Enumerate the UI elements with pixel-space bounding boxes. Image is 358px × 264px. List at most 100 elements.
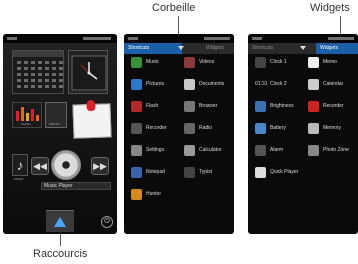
digital-clock-icon: 01:31 xyxy=(255,81,268,87)
status-bar xyxy=(124,34,234,43)
shortcuts-arrow-icon xyxy=(54,217,66,227)
next-track-button[interactable]: ▶▶ xyxy=(91,157,109,175)
dropdown-arrow-icon[interactable] xyxy=(178,46,184,50)
item-label: Quick Player xyxy=(270,169,299,175)
item-label: Music xyxy=(146,59,160,65)
item-label: Flash xyxy=(146,103,159,109)
calendar-day-cell xyxy=(38,79,42,82)
shortcut-item[interactable]: Hunter xyxy=(131,187,181,203)
widget-item[interactable]: 01:31 Clock 2 xyxy=(255,77,305,93)
widget-item[interactable]: Brightness xyxy=(255,99,305,115)
calendar-day-cell xyxy=(45,61,49,64)
flash-icon xyxy=(131,101,142,112)
widget-item[interactable]: Alarm xyxy=(255,143,305,159)
calendar-widget[interactable] xyxy=(12,50,64,94)
widget-item[interactable]: Memory xyxy=(308,121,358,137)
shortcut-item[interactable]: Recorder xyxy=(131,121,181,137)
item-label: Memo xyxy=(323,59,337,65)
item-label: Brightness xyxy=(270,103,294,109)
analog-clock-widget[interactable] xyxy=(68,50,108,94)
item-label: Alarm xyxy=(270,147,284,153)
gear-icon xyxy=(131,145,142,156)
calendar-day-cell xyxy=(59,85,63,88)
calendar-day-cell xyxy=(45,67,49,70)
globe-icon xyxy=(184,101,195,112)
widget-item[interactable]: Calendar xyxy=(308,77,358,93)
hunter-icon xyxy=(131,189,142,200)
pushpin-icon xyxy=(86,99,96,112)
shortcut-item[interactable]: Music xyxy=(131,55,181,71)
raccourcis-callout: Raccourcis xyxy=(33,248,88,260)
dropdown-arrow-icon[interactable] xyxy=(300,46,306,50)
shortcuts-drawer-tab[interactable] xyxy=(46,210,74,232)
flash-widget[interactable]: FLASH xyxy=(12,102,42,128)
shortcut-item[interactable]: Videos xyxy=(184,55,234,71)
widget-item[interactable]: Photo Zone xyxy=(308,143,358,159)
calendar-icon xyxy=(308,79,319,90)
calendar-day-cell xyxy=(59,67,63,70)
item-label: Radio xyxy=(199,125,213,131)
calendar-day-cell xyxy=(38,61,42,64)
shortcut-item[interactable]: Documents xyxy=(184,77,234,93)
item-label: Clock 2 xyxy=(270,81,287,87)
widget-item[interactable]: Quick Player xyxy=(255,165,305,181)
item-label: Pictures xyxy=(146,81,165,87)
calendar-day-cell xyxy=(52,61,56,64)
disc-icon[interactable] xyxy=(51,150,81,180)
widget-item[interactable]: Memo xyxy=(308,55,358,71)
calendar-day-cell xyxy=(38,73,42,76)
memo-widget[interactable] xyxy=(72,99,112,139)
calendar-day-cell xyxy=(52,73,56,76)
item-label: Videos xyxy=(199,59,215,65)
alarm-icon xyxy=(255,145,266,156)
photo-widget-label: PHOTO xyxy=(49,122,60,126)
widget-item[interactable]: Clock 1 xyxy=(255,55,305,71)
music-note-widget-icon[interactable]: ♪ xyxy=(12,154,28,176)
tab-widgets[interactable]: Widgets xyxy=(316,43,358,54)
calendar-day-cell xyxy=(38,85,42,88)
previous-track-button[interactable]: ◀◀ xyxy=(31,157,49,175)
shortcut-item[interactable]: Calculator xyxy=(184,143,234,159)
calendar-day-cell xyxy=(59,61,63,64)
calendar-day-cell xyxy=(24,85,28,88)
shortcut-item[interactable]: Browser xyxy=(184,99,234,115)
photo-widget[interactable]: PHOTO xyxy=(45,102,67,128)
tab-shortcuts[interactable]: Shortcuts xyxy=(124,43,182,54)
widget-item[interactable]: Battery xyxy=(255,121,305,137)
item-label: Calculator xyxy=(199,147,222,153)
shortcut-item[interactable]: Pictures xyxy=(131,77,181,93)
tab-widgets[interactable]: Widgets xyxy=(202,43,234,54)
item-label: Recorder xyxy=(323,103,344,109)
item-label: Typist xyxy=(199,169,213,175)
calendar-day-cell xyxy=(17,61,21,64)
item-label: Memory xyxy=(323,125,342,131)
memory-icon xyxy=(308,123,319,134)
status-bar xyxy=(3,34,117,43)
clock-face-icon xyxy=(71,55,107,91)
calendar-day-cell xyxy=(31,61,35,64)
power-button[interactable]: ⏻ xyxy=(101,216,113,228)
tab-shortcuts[interactable]: Shortcuts xyxy=(248,43,298,54)
film-icon xyxy=(184,57,195,68)
shortcut-item[interactable]: Typist xyxy=(184,165,234,181)
music-player-title: Music Player xyxy=(41,182,111,190)
widget-item[interactable]: Recorder xyxy=(308,99,358,115)
calendar-day-cell xyxy=(59,79,63,82)
photo-zone-icon xyxy=(308,145,319,156)
shortcut-item[interactable]: Radio xyxy=(184,121,234,137)
item-label: Documents xyxy=(199,81,225,87)
calendar-day-cell xyxy=(52,67,56,70)
shortcut-item[interactable]: Flash xyxy=(131,99,181,115)
shortcuts-screen-phone: Shortcuts Widgets Music Videos Pictures Doc… xyxy=(124,34,234,234)
picture-icon xyxy=(131,79,142,90)
shortcut-item[interactable]: Settings xyxy=(131,143,181,159)
calculator-icon xyxy=(184,145,195,156)
document-icon xyxy=(184,79,195,90)
calendar-day-cell xyxy=(17,85,21,88)
calendar-day-cell xyxy=(24,73,28,76)
quick-player-icon xyxy=(255,167,266,178)
shortcut-item[interactable]: Notepad xyxy=(131,165,181,181)
home-screen-phone: FLASH PHOTO ♪ MUSIC ◀◀ ▶▶ Music Player ⏻ xyxy=(3,34,117,234)
calendar-day-cell xyxy=(31,85,35,88)
music-widget-label: MUSIC xyxy=(14,177,24,181)
